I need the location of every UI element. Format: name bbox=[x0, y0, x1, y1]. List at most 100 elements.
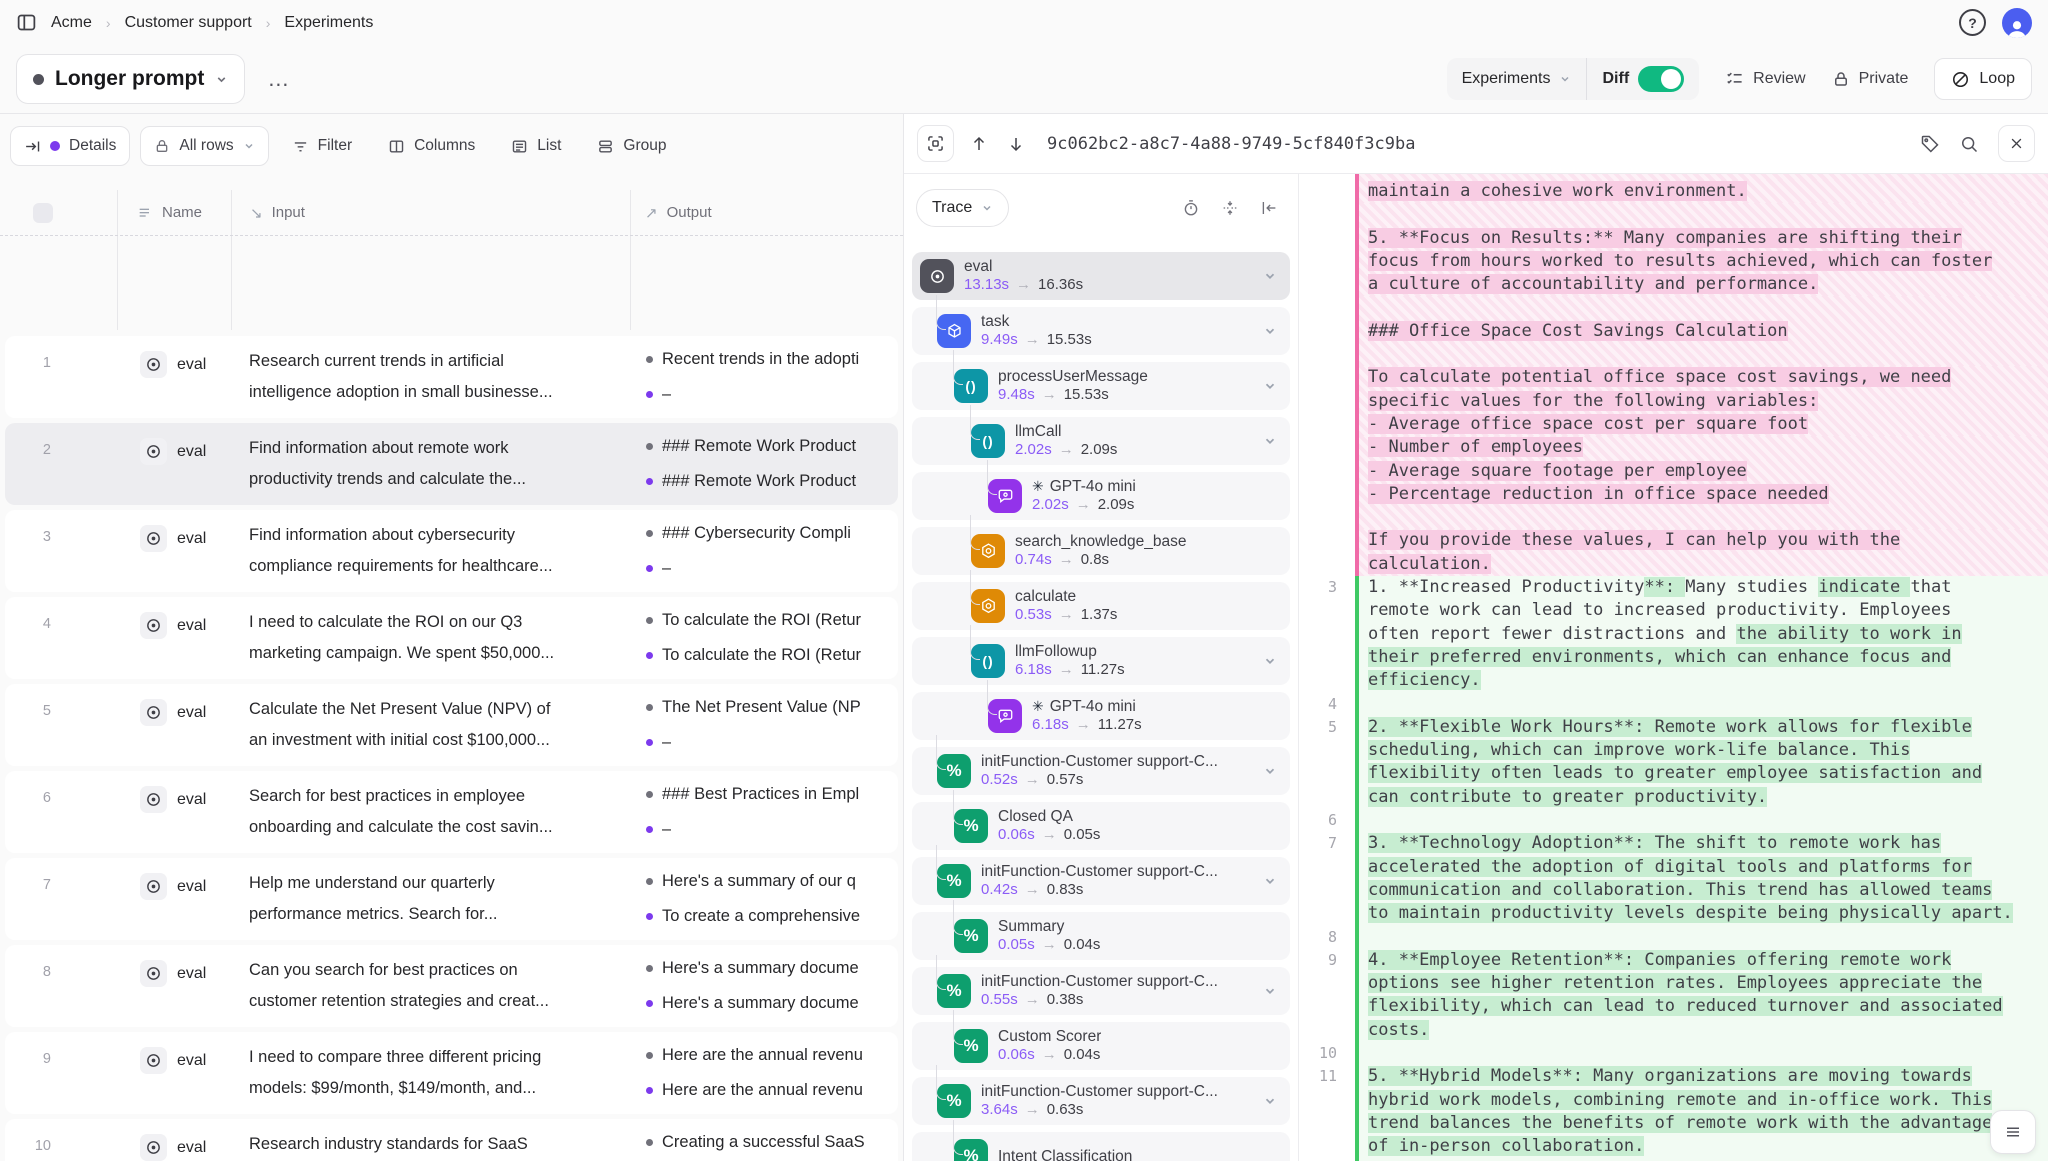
trace-tree-row[interactable]: %Custom Scorer0.06s→0.04s bbox=[912, 1022, 1290, 1070]
trace-tree-row[interactable]: %Summary0.05s→0.04s bbox=[912, 912, 1290, 960]
span-name: search_knowledge_base bbox=[1015, 533, 1186, 550]
expand-icon[interactable] bbox=[917, 125, 954, 162]
span-name: calculate bbox=[1015, 588, 1076, 605]
table-row[interactable]: 9evalI need to compare three different p… bbox=[5, 1032, 898, 1114]
next-row-button[interactable] bbox=[1004, 135, 1028, 153]
trace-tree-row[interactable]: ()llmCall2.02s→2.09s bbox=[912, 417, 1290, 465]
diff-line-text: flexibility, which can lead to reduced t… bbox=[1359, 995, 2048, 1018]
experiment-selector[interactable]: Longer prompt bbox=[16, 54, 245, 104]
diff-toggle[interactable] bbox=[1638, 66, 1684, 92]
filter-button[interactable]: Filter bbox=[279, 126, 365, 166]
chevron-down-icon[interactable] bbox=[1263, 1094, 1277, 1108]
span-durations: 0.74s→0.8s bbox=[1015, 550, 1186, 569]
diff-line-number bbox=[1299, 320, 1349, 343]
diff-line-text: - Percentage reduction in office space n… bbox=[1359, 483, 2048, 506]
chevron-down-icon[interactable] bbox=[1263, 324, 1277, 338]
chevron-down-icon[interactable] bbox=[1263, 764, 1277, 778]
trace-tree-row[interactable]: %initFunction-Customer support-C...0.55s… bbox=[912, 967, 1290, 1015]
output-bullet-gray bbox=[646, 1139, 653, 1146]
avatar[interactable] bbox=[2002, 8, 2032, 38]
diff-line-text bbox=[1359, 506, 2048, 529]
diff-added-line: 6 bbox=[1299, 809, 2048, 832]
breadcrumb-project[interactable]: Customer support bbox=[125, 14, 252, 32]
input-arrow-icon: ↘ bbox=[250, 204, 263, 222]
eval-icon bbox=[140, 786, 167, 813]
table-row[interactable]: 10evalResearch industry standards for Sa… bbox=[5, 1119, 898, 1161]
column-header-name[interactable]: Name bbox=[117, 204, 231, 221]
review-button[interactable]: Review bbox=[1725, 70, 1805, 89]
table-row[interactable]: 7evalHelp me understand our quarterlyper… bbox=[5, 858, 898, 940]
chevron-down-icon[interactable] bbox=[1263, 654, 1277, 668]
columns-button[interactable]: Columns bbox=[375, 126, 488, 166]
row-name-cell: eval bbox=[140, 525, 206, 552]
more-options-button[interactable]: … bbox=[261, 66, 296, 92]
experiments-dropdown[interactable]: Experiments bbox=[1447, 58, 1587, 100]
timer-icon[interactable] bbox=[1182, 199, 1200, 217]
experiment-status-dot bbox=[33, 74, 44, 85]
previous-row-button[interactable] bbox=[967, 135, 991, 153]
breadcrumb-workspace[interactable]: Acme bbox=[51, 14, 92, 32]
row-name-cell: eval bbox=[140, 873, 206, 900]
pin-left-icon[interactable] bbox=[1260, 199, 1278, 217]
span-durations: 3.64s→0.63s bbox=[981, 1100, 1218, 1119]
column-header-input[interactable]: ↘ Input bbox=[231, 204, 630, 222]
table-row[interactable]: 8evalCan you search for best practices o… bbox=[5, 945, 898, 1027]
trace-view-dropdown[interactable]: Trace bbox=[916, 189, 1009, 227]
trace-tree-row[interactable]: %initFunction-Customer support-C...0.52s… bbox=[912, 747, 1290, 795]
select-all-checkbox[interactable] bbox=[33, 203, 53, 223]
chevron-down-icon[interactable] bbox=[1263, 379, 1277, 393]
table-row[interactable]: 6evalSearch for best practices in employ… bbox=[5, 771, 898, 853]
chevron-down-icon[interactable] bbox=[1263, 984, 1277, 998]
span-meta: processUserMessage9.48s→15.53s bbox=[998, 368, 1148, 404]
table-row[interactable]: 2evalFind information about remote workp… bbox=[5, 423, 898, 505]
loop-button[interactable]: Loop bbox=[1934, 58, 2032, 100]
output-text: ### Remote Work Product bbox=[662, 437, 856, 456]
table-row[interactable]: 1evalResearch current trends in artifici… bbox=[5, 336, 898, 418]
column-header-output[interactable]: ↗ Output bbox=[630, 204, 903, 222]
arrow-icon: → bbox=[1025, 330, 1040, 349]
trace-tree-row[interactable]: ✳GPT-4o mini2.02s→2.09s bbox=[912, 472, 1290, 520]
group-button[interactable]: Group bbox=[584, 126, 679, 166]
tag-icon[interactable] bbox=[1920, 134, 1940, 154]
trace-tree-row[interactable]: task9.49s→15.53s bbox=[912, 307, 1290, 355]
sidebar-toggle-icon[interactable] bbox=[16, 12, 37, 33]
trace-tree-row[interactable]: %initFunction-Customer support-C...3.64s… bbox=[912, 1077, 1290, 1125]
all-rows-dropdown[interactable]: All rows bbox=[140, 126, 268, 166]
trace-tree-row[interactable]: calculate0.53s→1.37s bbox=[912, 582, 1290, 630]
row-name: eval bbox=[177, 1052, 206, 1070]
details-button[interactable]: Details bbox=[10, 126, 130, 166]
diff-line-number bbox=[1299, 460, 1349, 483]
diff-line-text bbox=[1359, 926, 2048, 949]
trace-tree-row[interactable]: ✳GPT-4o mini6.18s→11.27s bbox=[912, 692, 1290, 740]
chevron-down-icon[interactable] bbox=[1263, 874, 1277, 888]
trace-tree-row[interactable]: %initFunction-Customer support-C...0.42s… bbox=[912, 857, 1290, 905]
trace-tree-row[interactable]: eval13.13s→16.36s bbox=[912, 252, 1290, 300]
chevron-down-icon[interactable] bbox=[1263, 434, 1277, 448]
duration-secondary: 0.8s bbox=[1081, 550, 1109, 569]
collapse-vertical-icon[interactable] bbox=[1221, 199, 1239, 217]
trace-tree-row[interactable]: ()llmFollowup6.18s→11.27s bbox=[912, 637, 1290, 685]
search-icon[interactable] bbox=[1959, 134, 1979, 154]
diff-view: maintain a cohesive work environment.5. … bbox=[1299, 174, 2048, 1161]
trace-tree-row[interactable]: %Intent Classification bbox=[912, 1132, 1290, 1161]
table-row[interactable]: 4evalI need to calculate the ROI on our … bbox=[5, 597, 898, 679]
table-row[interactable]: 5evalCalculate the Net Present Value (NP… bbox=[5, 684, 898, 766]
output-text: Here's a summary docume bbox=[662, 994, 859, 1013]
eval-icon bbox=[140, 1047, 167, 1074]
trace-tree-row[interactable]: search_knowledge_base0.74s→0.8s bbox=[912, 527, 1290, 575]
view-options-button[interactable] bbox=[1990, 1110, 2036, 1154]
chevron-down-icon[interactable] bbox=[1263, 269, 1277, 283]
span-name: GPT-4o mini bbox=[1050, 478, 1136, 495]
help-button[interactable]: ? bbox=[1959, 9, 1986, 36]
duration-primary: 0.06s bbox=[998, 1045, 1035, 1064]
diff-line-number: 10 bbox=[1299, 1042, 1349, 1065]
trace-tree-row[interactable]: ()processUserMessage9.48s→15.53s bbox=[912, 362, 1290, 410]
list-button[interactable]: List bbox=[498, 126, 574, 166]
breadcrumb-section[interactable]: Experiments bbox=[284, 14, 373, 32]
table-row[interactable]: 3evalFind information about cybersecurit… bbox=[5, 510, 898, 592]
private-button[interactable]: Private bbox=[1832, 70, 1909, 88]
diff-line-text: trend balances the benefits of remote wo… bbox=[1359, 1112, 2048, 1135]
trace-tree-row[interactable]: %Closed QA0.06s→0.05s bbox=[912, 802, 1290, 850]
span-durations: 0.42s→0.83s bbox=[981, 880, 1218, 899]
close-icon[interactable] bbox=[1998, 125, 2035, 162]
